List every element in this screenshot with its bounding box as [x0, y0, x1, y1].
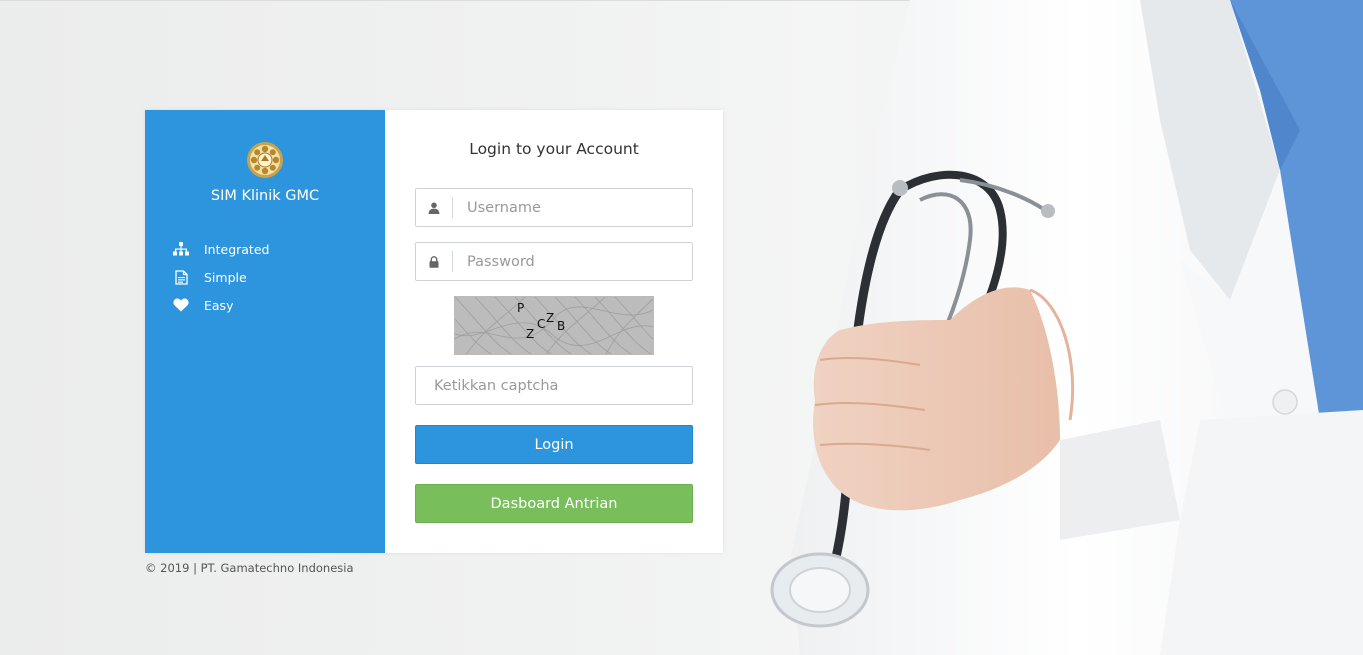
doctor-background-image — [770, 0, 1363, 655]
password-input[interactable] — [453, 243, 692, 280]
svg-text:P: P — [517, 301, 524, 315]
login-card: SIM Klinik GMC Integrated Simple Easy Lo… — [145, 110, 723, 553]
username-field[interactable] — [415, 188, 693, 227]
svg-text:Z: Z — [546, 311, 554, 325]
username-input[interactable] — [453, 189, 692, 226]
feature-label: Easy — [204, 297, 234, 313]
sitemap-icon — [173, 241, 189, 257]
feature-item-simple: Simple — [173, 263, 269, 291]
password-field[interactable] — [415, 242, 693, 281]
form-title: Login to your Account — [469, 140, 639, 158]
lock-icon — [416, 242, 452, 281]
login-button[interactable]: Login — [415, 425, 693, 464]
document-icon — [173, 269, 189, 285]
feature-list: Integrated Simple Easy — [173, 235, 269, 319]
svg-text:Z: Z — [526, 327, 534, 341]
captcha-image: P Z C Z B — [454, 296, 654, 355]
captcha-field[interactable] — [415, 366, 693, 405]
footer-copyright: © 2019 | PT. Gamatechno Indonesia — [145, 561, 354, 575]
svg-text:C: C — [537, 317, 545, 331]
heart-icon — [173, 297, 189, 313]
feature-item-integrated: Integrated — [173, 235, 269, 263]
queue-dashboard-button[interactable]: Dasboard Antrian — [415, 484, 693, 523]
login-form: Login to your Account Username P Z C Z B… — [385, 110, 723, 553]
user-icon — [416, 188, 452, 227]
app-name: SIM Klinik GMC — [210, 188, 320, 204]
feature-item-easy: Easy — [173, 291, 269, 319]
brand-panel: SIM Klinik GMC Integrated Simple Easy — [145, 110, 385, 553]
university-seal-icon — [247, 142, 283, 178]
captcha-input[interactable] — [416, 367, 692, 404]
feature-label: Integrated — [204, 241, 270, 257]
svg-text:B: B — [557, 319, 565, 333]
feature-label: Simple — [204, 269, 247, 285]
